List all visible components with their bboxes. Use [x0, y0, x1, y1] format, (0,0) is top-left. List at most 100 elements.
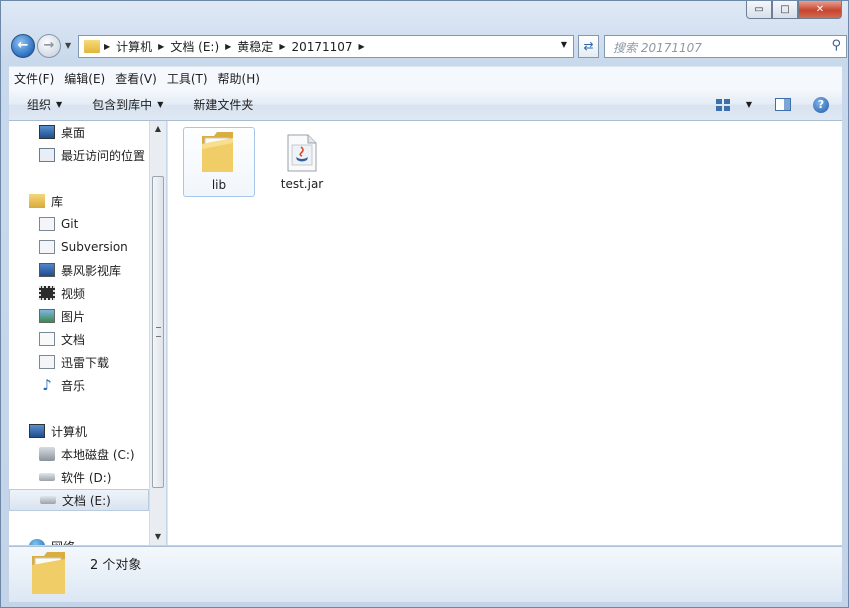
music-icon: ♪ — [42, 376, 52, 394]
refresh-button[interactable]: ⇄ — [578, 35, 599, 58]
nav-item-label: 库 — [51, 194, 64, 209]
nav-item-desktop[interactable]: 桌面 — [9, 121, 149, 143]
breadcrumb-current-folder[interactable]: 20171107 — [285, 40, 358, 54]
nav-item-label: 最近访问的位置 — [61, 148, 146, 163]
computer-icon — [29, 424, 45, 438]
forward-button[interactable]: → — [37, 34, 61, 58]
recent-pages-dropdown[interactable]: ▼ — [65, 41, 71, 50]
nav-item-label: 视频 — [61, 286, 86, 301]
desktop-icon — [39, 125, 55, 139]
help-button[interactable]: ? — [812, 96, 830, 113]
menu-tools[interactable]: 工具(T) — [162, 70, 213, 87]
menu-file[interactable]: 文件(F) — [9, 70, 59, 87]
git-library-icon — [39, 217, 55, 231]
navigation-pane: 桌面 最近访问的位置 库 Git Subversion 暴风影视库 视频 图片 … — [9, 121, 149, 545]
breadcrumb-computer[interactable]: 计算机 — [110, 38, 158, 55]
maximize-button[interactable]: □ — [772, 1, 798, 19]
refresh-icon: ⇄ — [583, 39, 594, 53]
view-options-dropdown[interactable]: ▼ — [744, 97, 754, 113]
nav-item-pictures[interactable]: 图片 — [9, 305, 149, 327]
search-icon[interactable]: ⚲ — [831, 38, 841, 53]
nav-item-documents[interactable]: 文档 — [9, 328, 149, 350]
close-button[interactable]: ✕ — [798, 1, 842, 19]
library-icon — [29, 194, 45, 208]
system-drive-icon — [39, 447, 55, 461]
picture-icon — [39, 309, 55, 323]
back-button[interactable]: ← — [11, 34, 35, 58]
nav-item-drive-c[interactable]: 本地磁盘 (C:) — [9, 443, 149, 465]
nav-item-label: 图片 — [61, 309, 86, 324]
nav-item-label: Git — [61, 217, 79, 231]
file-list: lib test.jar — [167, 121, 842, 545]
breadcrumb-user-folder[interactable]: 黄稳定 — [231, 38, 279, 55]
nav-item-label: 桌面 — [61, 125, 86, 140]
chevron-down-icon: ▼ — [157, 100, 164, 109]
search-box[interactable]: ⚲ — [604, 35, 847, 58]
status-bar: 2 个对象 — [9, 546, 842, 602]
navigation-scrollbar[interactable]: ▲ ▼ — [149, 121, 166, 545]
view-grid-icon — [716, 98, 730, 111]
preview-pane-icon — [775, 98, 791, 111]
help-icon: ? — [813, 96, 829, 113]
folder-icon — [84, 40, 100, 53]
recent-places-icon — [39, 148, 55, 162]
chevron-down-icon: ▼ — [56, 100, 63, 109]
nav-item-thunder-downloads[interactable]: 迅雷下载 — [9, 351, 149, 373]
nav-item-drive-e[interactable]: 文档 (E:) — [9, 489, 149, 511]
file-name: test.jar — [280, 177, 324, 191]
nav-item-libraries[interactable]: 库 — [9, 190, 149, 212]
nav-item-label: 网络 — [51, 538, 75, 546]
folder-icon — [202, 132, 233, 172]
navigation-row: ← → ▼ ▶ 计算机 ▶ 文档 (E:) ▶ 黄稳定 ▶ 20171107 ▶… — [9, 32, 847, 60]
include-in-library-button[interactable]: 包含到库中 ▼ — [83, 96, 172, 113]
minimize-button[interactable]: ▭ — [746, 1, 772, 19]
file-name: lib — [211, 178, 227, 192]
search-input[interactable] — [611, 38, 820, 57]
breadcrumb-drive-e[interactable]: 文档 (E:) — [164, 38, 225, 55]
menu-edit[interactable]: 编辑(E) — [59, 70, 110, 87]
organize-button[interactable]: 组织 ▼ — [9, 96, 71, 113]
nav-item-baofeng[interactable]: 暴风影视库 — [9, 259, 149, 281]
nav-item-computer[interactable]: 计算机 — [9, 420, 149, 442]
address-history-dropdown-icon[interactable]: ▼ — [561, 40, 567, 49]
nav-item-label: 软件 (D:) — [61, 470, 112, 485]
nav-item-label: 本地磁盘 (C:) — [61, 447, 135, 462]
nav-item-subversion[interactable]: Subversion — [9, 236, 149, 258]
nav-item-drive-d[interactable]: 软件 (D:) — [9, 466, 149, 488]
document-library-icon — [39, 240, 55, 254]
item-count: 2 个对象 — [90, 558, 142, 573]
explorer-window: ▭ □ ✕ ← → ▼ ▶ 计算机 ▶ 文档 (E:) ▶ 黄稳定 ▶ 2017… — [0, 0, 849, 608]
command-bar-right: ▼ ? — [708, 89, 836, 120]
nav-item-git[interactable]: Git — [9, 213, 149, 235]
back-arrow-icon: ← — [17, 38, 29, 53]
nav-item-label: 音乐 — [61, 378, 86, 393]
nav-item-music[interactable]: ♪ 音乐 — [9, 374, 149, 396]
nav-item-recent-places[interactable]: 最近访问的位置 — [9, 144, 149, 166]
java-archive-icon — [287, 134, 317, 172]
nav-item-label: 文档 — [61, 332, 86, 347]
file-item-jar[interactable]: test.jar — [266, 127, 338, 197]
nav-item-videos[interactable]: 视频 — [9, 282, 149, 304]
breadcrumb-chevron-icon[interactable]: ▶ — [359, 42, 365, 51]
scroll-thumb[interactable] — [152, 176, 164, 488]
scroll-down-icon[interactable]: ▼ — [150, 529, 166, 545]
change-view-button[interactable] — [714, 97, 732, 113]
drive-icon — [39, 473, 55, 481]
nav-item-network[interactable]: 网络 — [9, 535, 149, 545]
address-bar[interactable]: ▶ 计算机 ▶ 文档 (E:) ▶ 黄稳定 ▶ 20171107 ▶ ▼ — [78, 35, 574, 58]
nav-item-label: 迅雷下载 — [61, 355, 110, 370]
video-library-icon — [39, 263, 55, 277]
menu-bar: 文件(F) 编辑(E) 查看(V) 工具(T) 帮助(H) — [9, 66, 842, 89]
caption-buttons: ▭ □ ✕ — [746, 1, 842, 21]
preview-pane-button[interactable] — [774, 97, 792, 113]
chevron-down-icon: ▼ — [745, 100, 753, 109]
drive-icon — [40, 496, 56, 504]
network-icon — [29, 539, 45, 545]
nav-item-label: 暴风影视库 — [61, 263, 122, 278]
menu-view[interactable]: 查看(V) — [110, 70, 162, 87]
file-item-folder[interactable]: lib — [183, 127, 255, 197]
menu-help[interactable]: 帮助(H) — [213, 70, 265, 87]
include-library-label: 包含到库中 — [92, 98, 153, 112]
scroll-up-icon[interactable]: ▲ — [150, 121, 166, 137]
new-folder-button[interactable]: 新建文件夹 — [184, 96, 262, 113]
